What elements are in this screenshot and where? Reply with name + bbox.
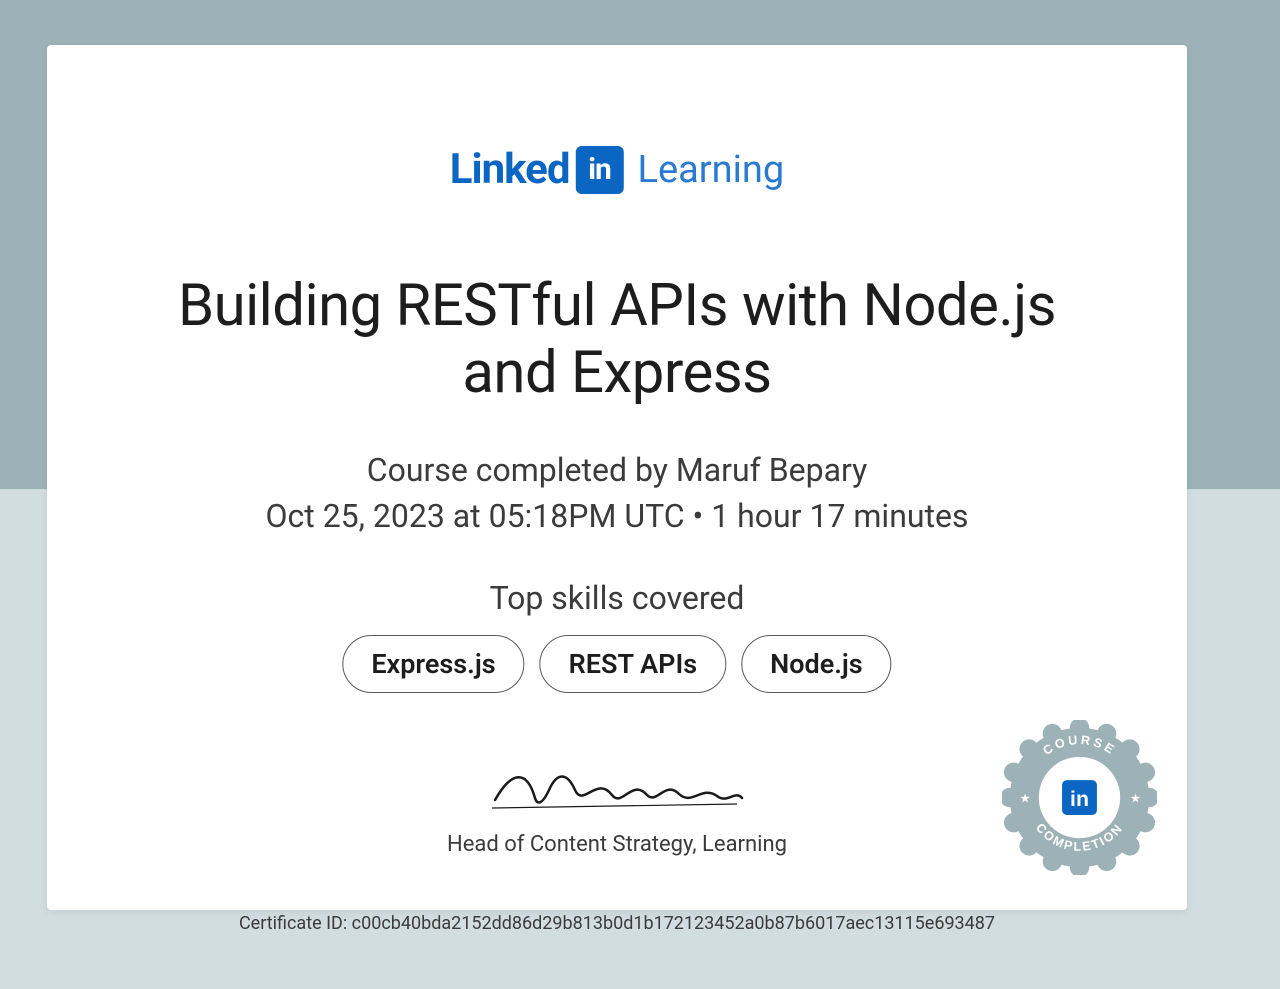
svg-text:in: in <box>1070 787 1089 811</box>
certificate-id-label: Certificate ID: <box>239 913 347 934</box>
skills-row: Express.js REST APIs Node.js <box>342 635 891 693</box>
svg-text:★: ★ <box>1130 791 1141 806</box>
certificate-card: Linked in Learning Building RESTful APIs… <box>47 45 1187 910</box>
linkedin-learning-logo: Linked in Learning <box>450 145 784 194</box>
signer-title: Head of Content Strategy, Learning <box>447 832 787 857</box>
skill-chip: Express.js <box>342 635 524 693</box>
completion-date-text: Oct 25, 2023 at 05:18PM UTC • 1 hour 17 … <box>47 497 1187 535</box>
logo-learning-text: Learning <box>638 148 785 192</box>
signature-icon <box>487 760 747 820</box>
svg-text:★: ★ <box>1019 791 1030 806</box>
logo-linked-text: Linked <box>450 145 570 194</box>
skills-covered-label: Top skills covered <box>47 579 1187 617</box>
signature-block: Head of Content Strategy, Learning <box>447 760 787 857</box>
skill-chip: Node.js <box>741 635 892 693</box>
completed-by-text: Course completed by Maruf Bepary <box>47 451 1187 489</box>
linkedin-in-icon: in <box>576 146 624 194</box>
completion-seal-icon: in COURSE COMPLETION ★ ★ <box>1002 720 1157 875</box>
certificate-id-value: c00cb40bda2152dd86d29b813b0d1b172123452a… <box>352 913 995 934</box>
course-title: Building RESTful APIs with Node.js and E… <box>157 273 1077 406</box>
skill-chip: REST APIs <box>540 635 727 693</box>
certificate-id-line: Certificate ID: c00cb40bda2152dd86d29b81… <box>239 913 995 934</box>
